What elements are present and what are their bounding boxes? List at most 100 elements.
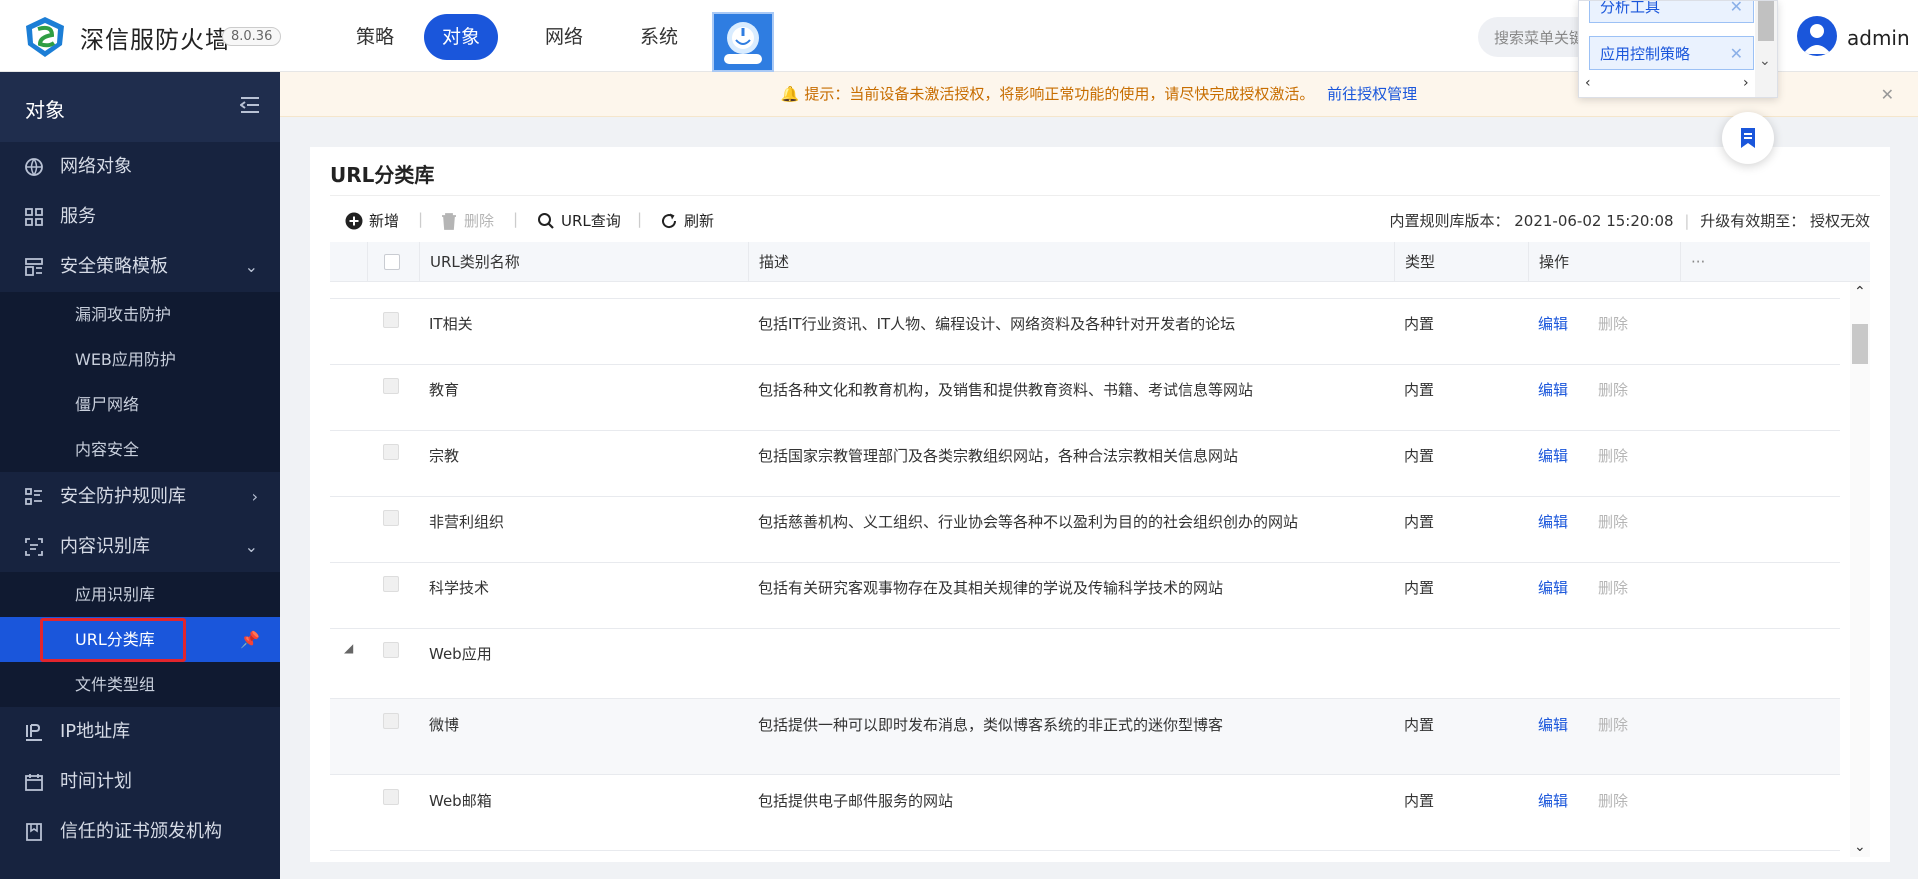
column-header-description[interactable]: 描述 — [748, 242, 1394, 282]
sidebar-item-time-schedule[interactable]: 时间计划 — [0, 757, 280, 807]
chevron-left-icon[interactable]: ‹ — [1585, 75, 1591, 91]
table-row[interactable]: 非营利组织 包括慈善机构、义工组织、行业协会等各种不以盈利为目的的社会组织创办的… — [330, 497, 1840, 563]
version-value: 2021-06-02 15:20:08 — [1514, 212, 1674, 230]
globe-icon — [25, 158, 43, 176]
table-scrollbar[interactable]: ⌃ ⌄ — [1850, 282, 1870, 857]
url-query-button[interactable]: URL查询 — [537, 210, 621, 232]
row-checkbox[interactable] — [383, 510, 399, 526]
sidebar-item-app-recognition-library[interactable]: 应用识别库 — [0, 572, 280, 617]
delete-row-button: 删除 — [1598, 513, 1629, 531]
row-type: 内置 — [1404, 381, 1435, 399]
delete-row-button: 删除 — [1598, 579, 1629, 597]
quick-tag-analysis-tools[interactable]: 分析工具 ✕ — [1589, 0, 1754, 24]
expire-value: 授权无效 — [1809, 212, 1870, 230]
sidebar-item-vuln-protection[interactable]: 漏洞攻击防护 — [0, 292, 280, 337]
row-checkbox[interactable] — [383, 576, 399, 592]
row-description: 包括国家宗教管理部门及各类宗教组织网站，各种合法宗教相关信息网站 — [758, 447, 1239, 465]
sidebar-item-url-category-library[interactable]: URL分类库 📌 — [0, 617, 280, 662]
close-icon[interactable]: ✕ — [1881, 72, 1894, 117]
cert-icon — [26, 823, 42, 841]
bookmark-icon — [1741, 128, 1755, 148]
edit-button[interactable]: 编辑 — [1538, 577, 1568, 598]
edit-button[interactable]: 编辑 — [1538, 379, 1568, 400]
row-checkbox[interactable] — [383, 713, 399, 729]
chevron-down-icon[interactable]: ⌄ — [1854, 839, 1866, 855]
avatar[interactable] — [1797, 16, 1837, 56]
table-row[interactable]: 科学技术 包括有关研究客观事物存在及其相关规律的学说及传输科学技术的网站 内置 … — [330, 563, 1840, 629]
table-row[interactable]: Web邮箱 包括提供电子邮件服务的网站 内置 编辑 删除 — [330, 775, 1840, 851]
row-checkbox[interactable] — [383, 312, 399, 328]
quick-tag-label: 分析工具 — [1600, 0, 1661, 16]
edit-button[interactable]: 编辑 — [1538, 511, 1568, 532]
close-icon[interactable]: ✕ — [1730, 37, 1743, 71]
sidebar-item-file-type-group[interactable]: 文件类型组 — [0, 662, 280, 707]
nav-policy[interactable]: 策略 — [338, 14, 412, 60]
column-header-name[interactable]: URL类别名称 — [419, 242, 748, 282]
nav-object[interactable]: 对象 — [424, 14, 499, 60]
chevron-right-icon[interactable]: › — [1743, 75, 1749, 91]
close-icon[interactable]: ✕ — [1730, 1, 1743, 24]
row-checkbox[interactable] — [383, 789, 399, 805]
chevron-up-icon[interactable]: ⌃ — [1854, 284, 1866, 300]
chevron-down-icon[interactable]: ⌄ — [1759, 53, 1771, 69]
sidebar-item-service[interactable]: 服务 — [0, 192, 280, 242]
nav-network[interactable]: 网络 — [527, 14, 601, 60]
edit-button[interactable]: 编辑 — [1538, 714, 1568, 735]
group-row[interactable]: ◢ Web应用 — [330, 629, 1840, 699]
chevron-right-icon: › — [251, 487, 258, 506]
collapse-triangle-icon[interactable]: ◢ — [344, 641, 353, 655]
add-button[interactable]: 新增 — [345, 210, 399, 232]
sidebar-item-content-recognition-library[interactable]: 内容识别库 ⌄ — [0, 522, 280, 572]
page-title: URL分类库 — [330, 163, 435, 187]
sidebar-item-security-rule-library[interactable]: 安全防护规则库 › — [0, 472, 280, 522]
username[interactable]: admin — [1847, 26, 1910, 50]
row-description: 包括有关研究客观事物存在及其相关规律的学说及传输科学技术的网站 — [758, 579, 1224, 597]
edit-button[interactable]: 编辑 — [1538, 445, 1568, 466]
sidebar-item-trusted-ca[interactable]: 信任的证书颁发机构 — [0, 807, 280, 857]
column-settings-button[interactable]: ··· — [1680, 242, 1732, 282]
calendar-icon — [25, 774, 43, 791]
sidebar-item-ip-library[interactable]: IP地址库 — [0, 707, 280, 757]
sidebar-item-botnet[interactable]: 僵尸网络 — [0, 382, 280, 427]
list-icon — [25, 488, 42, 505]
sidebar-item-content-security[interactable]: 内容安全 — [0, 427, 280, 472]
sangfor-logo-icon — [26, 17, 64, 57]
pin-icon[interactable]: 📌 — [240, 617, 260, 662]
select-all-checkbox[interactable] — [384, 254, 400, 270]
quick-access-panel: 分析工具 ✕ 应用控制策略 ✕ ⌄ ‹ › — [1578, 0, 1778, 98]
row-type: 内置 — [1404, 447, 1435, 465]
bookmark-button[interactable] — [1722, 112, 1774, 164]
url-query-label: URL查询 — [561, 212, 621, 230]
scrollbar-thumb[interactable] — [1758, 1, 1774, 41]
row-checkbox[interactable] — [383, 378, 399, 394]
group-checkbox[interactable] — [383, 642, 399, 658]
table-row[interactable]: 宗教 包括国家宗教管理部门及各类宗教组织网站，各种合法宗教相关信息网站 内置 编… — [330, 431, 1840, 497]
sidebar-item-label: 安全防护规则库 — [60, 486, 186, 507]
refresh-button[interactable]: 刷新 — [660, 210, 714, 232]
edit-button[interactable]: 编辑 — [1538, 790, 1568, 811]
sidebar-item-network-object[interactable]: 网络对象 — [0, 142, 280, 192]
row-type: 内置 — [1404, 579, 1435, 597]
scrollbar-thumb[interactable] — [1852, 324, 1868, 364]
delete-button[interactable]: 删除 — [440, 210, 494, 232]
notice-text: 提示：当前设备未激活授权，将影响正常功能的使用，请尽快完成授权激活。 — [804, 85, 1315, 103]
edit-button[interactable]: 编辑 — [1538, 313, 1568, 334]
select-all-header — [367, 242, 419, 282]
row-name: 教育 — [429, 381, 460, 399]
license-management-link[interactable]: 前往授权管理 — [1327, 85, 1417, 103]
quick-panel-scrollbar[interactable]: ⌄ — [1755, 1, 1777, 97]
assistant-mascot-icon[interactable] — [712, 12, 774, 72]
sidebar-item-web-app-protection[interactable]: WEB应用防护 — [0, 337, 280, 382]
sidebar-item-security-policy-template[interactable]: 安全策略模板 ⌄ — [0, 242, 280, 292]
column-header-type[interactable]: 类型 — [1394, 242, 1528, 282]
quick-tag-app-control-policy[interactable]: 应用控制策略 ✕ — [1589, 36, 1754, 70]
nav-system[interactable]: 系统 — [622, 14, 696, 60]
quick-tag-label: 应用控制策略 — [1600, 45, 1691, 63]
table-row[interactable]: 微博 包括提供一种可以即时发布消息，类似博客系统的非正式的迷你型博客 内置 编辑… — [330, 699, 1840, 775]
table-row[interactable]: IT相关 包括IT行业资讯、IT人物、编程设计、网络资料及各种针对开发者的论坛 … — [330, 299, 1840, 365]
table-row[interactable]: 教育 包括各种文化和教育机构，及销售和提供教育资料、书籍、考试信息等网站 内置 … — [330, 365, 1840, 431]
add-label: 新增 — [369, 212, 400, 230]
collapse-menu-icon[interactable] — [240, 96, 260, 114]
row-checkbox[interactable] — [383, 444, 399, 460]
expire-label: 升级有效期至： — [1700, 212, 1806, 230]
